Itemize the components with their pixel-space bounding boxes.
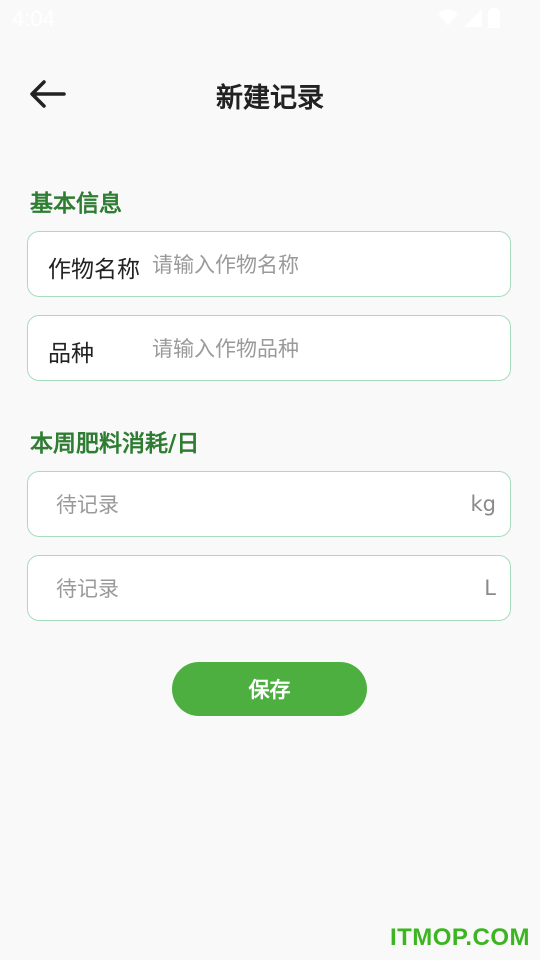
crop-name-label: 作物名称: [48, 257, 140, 283]
crop-name-field[interactable]: 作物名称: [27, 231, 511, 297]
fertilizer-kg-field[interactable]: kg: [27, 471, 511, 537]
page-title: 新建记录: [216, 83, 324, 114]
variety-input[interactable]: [152, 330, 492, 368]
wifi-icon: [438, 9, 458, 26]
fertilizer-l-field[interactable]: L: [27, 555, 511, 621]
section-title-fertilizer: 本周肥料消耗/日: [30, 431, 200, 457]
signal-icon: [464, 9, 482, 27]
fertilizer-kg-input[interactable]: [56, 486, 456, 524]
save-button[interactable]: 保存: [172, 662, 367, 716]
fertilizer-l-input[interactable]: [56, 570, 456, 608]
status-icons: [438, 8, 500, 28]
battery-icon: [488, 8, 500, 28]
crop-name-input[interactable]: [152, 246, 492, 284]
unit-kg-label: kg: [470, 492, 497, 516]
status-time: 4:04: [12, 6, 55, 31]
section-title-basic-info: 基本信息: [30, 191, 122, 217]
variety-label: 品种: [48, 341, 94, 367]
unit-l-label: L: [484, 576, 496, 600]
status-bar: 4:04: [0, 0, 540, 36]
watermark: ITMOP.COM: [389, 924, 530, 951]
variety-field[interactable]: 品种: [27, 315, 511, 381]
